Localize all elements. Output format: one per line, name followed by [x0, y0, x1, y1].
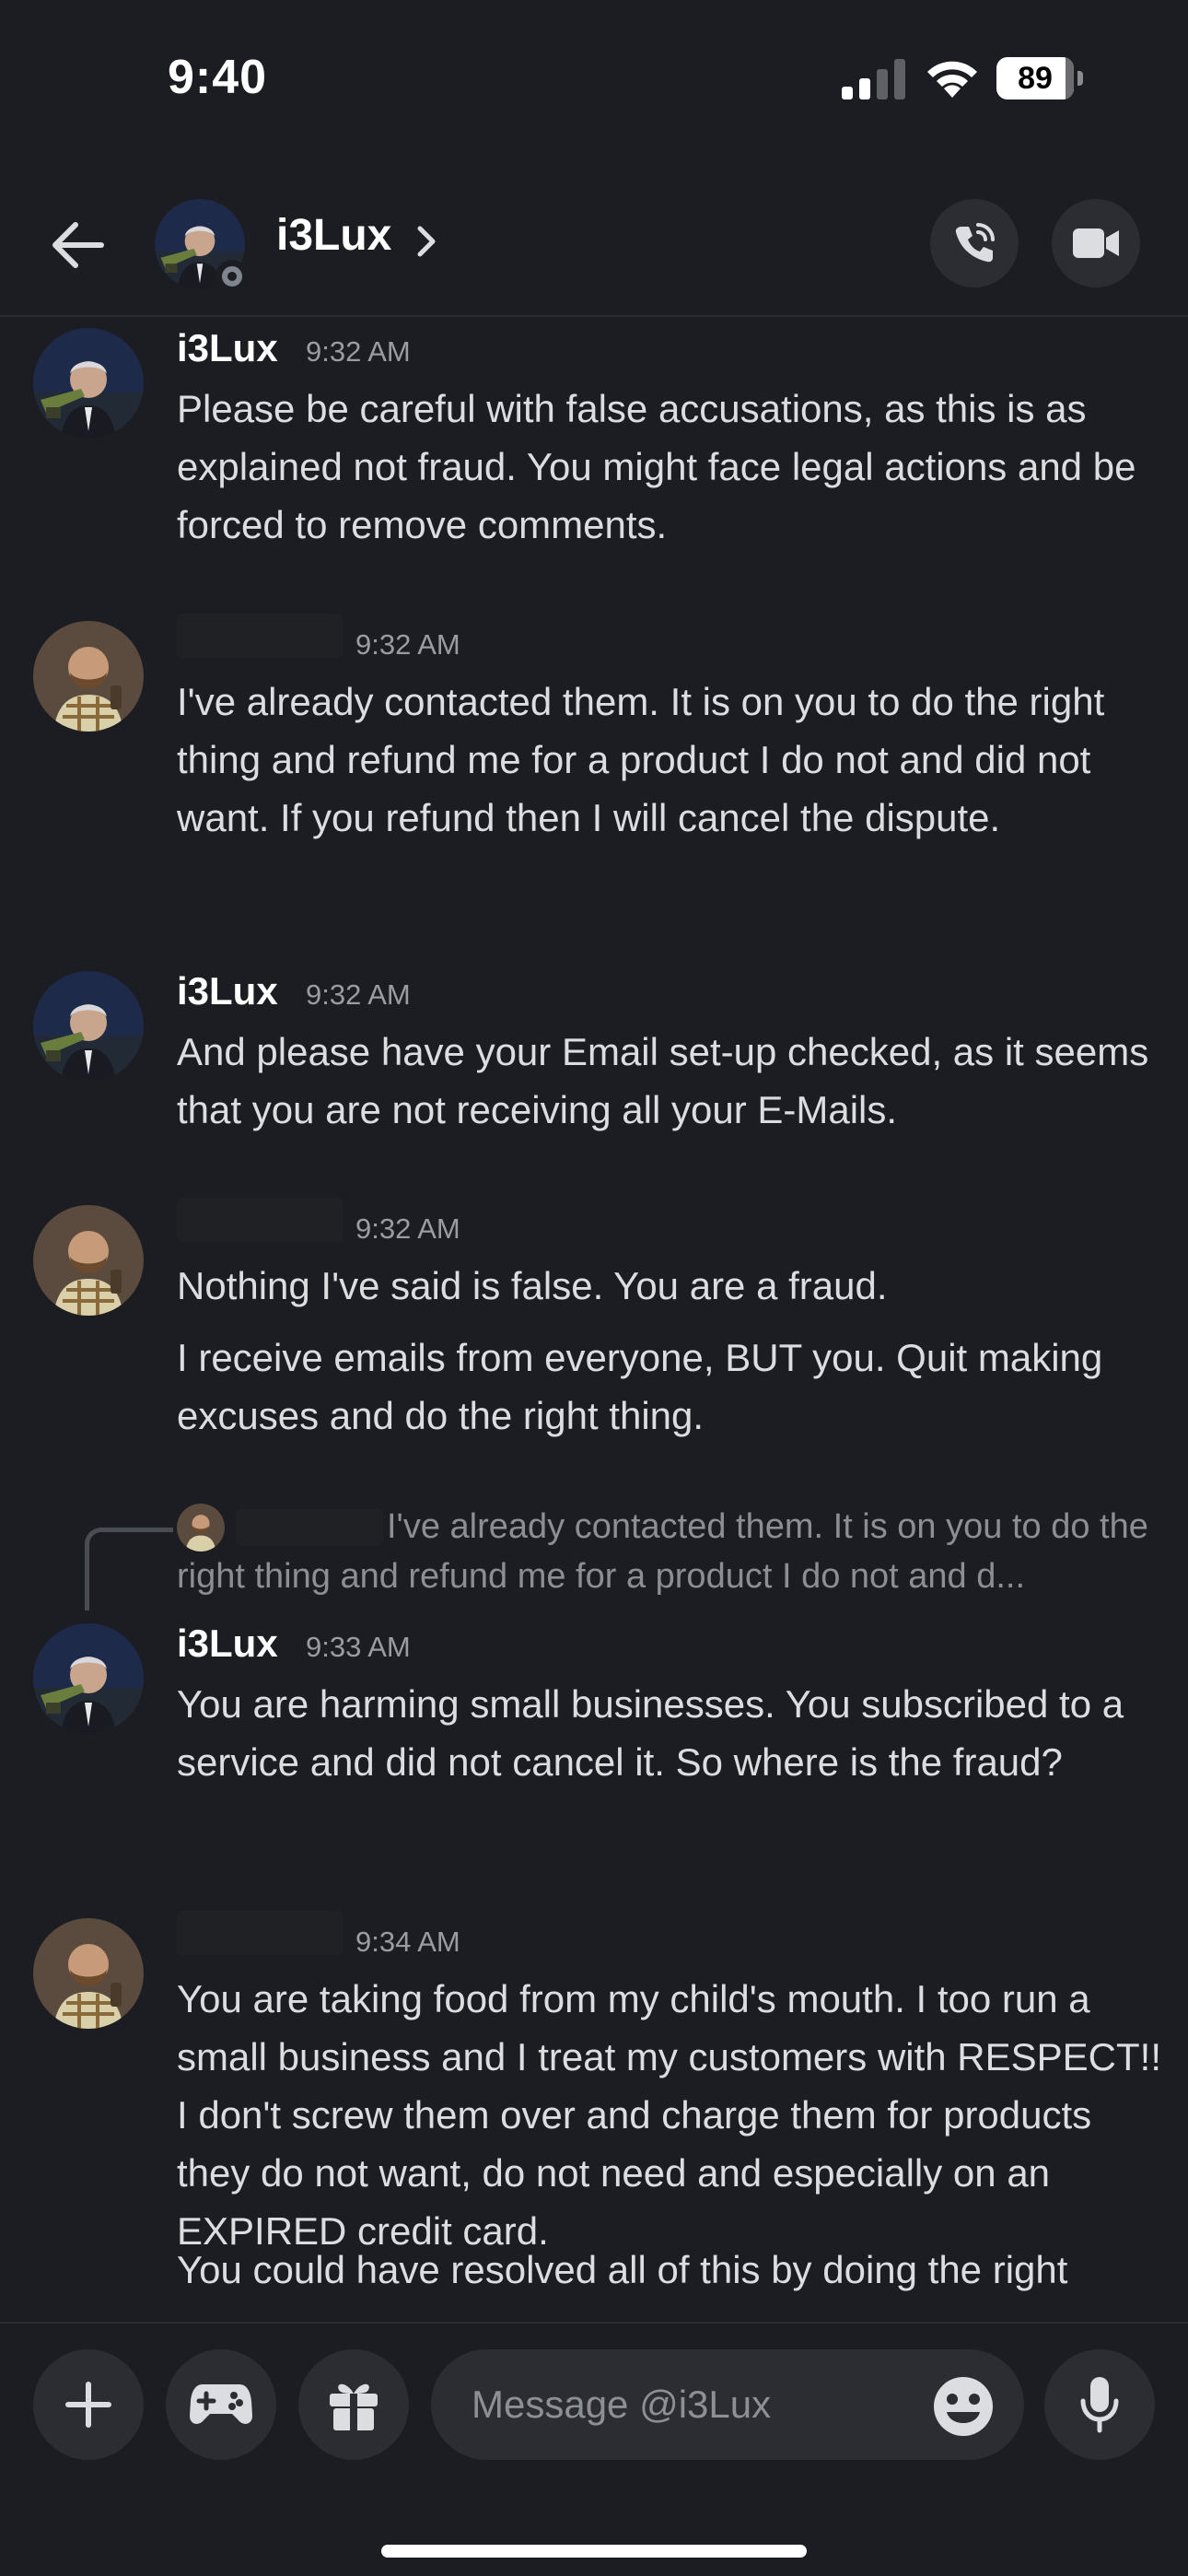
arrow-left-icon [52, 222, 104, 268]
avatar[interactable] [33, 971, 144, 1082]
message-composer [0, 2322, 1188, 2576]
message-text: Please be careful with false accusations… [177, 387, 1136, 546]
status-bar: 9:40 89 [0, 0, 1188, 166]
message-text: Nothing I've said is false. You are a fr… [177, 1264, 888, 1307]
avatar[interactable] [33, 621, 144, 732]
status-offline-icon [215, 260, 249, 293]
message-text: And please have your Email set-up checke… [177, 1030, 1149, 1131]
gift-icon [330, 2383, 378, 2430]
home-indicator[interactable] [381, 2545, 807, 2558]
voice-call-button[interactable] [930, 199, 1019, 287]
message-timestamp: 9:32 AM [306, 978, 411, 1011]
battery-indicator: 89 [996, 57, 1083, 100]
header-avatar[interactable] [155, 199, 249, 293]
reply-preview[interactable]: I've already contacted them. It is on yo… [177, 1502, 1157, 1601]
message-timestamp: 9:33 AM [306, 1631, 411, 1663]
message-list[interactable]: i3Lux 9:32 AM Please be careful with fal… [0, 319, 1188, 2322]
voice-message-button[interactable] [1044, 2349, 1155, 2460]
avatar[interactable] [33, 328, 144, 439]
emoji-icon[interactable] [932, 2375, 995, 2438]
add-attachment-button[interactable] [33, 2349, 144, 2460]
back-button[interactable] [44, 212, 111, 278]
message-timestamp: 9:32 AM [306, 335, 411, 368]
cellular-signal-icon [842, 59, 905, 100]
status-time: 9:40 [168, 51, 268, 104]
message-text: You could have resolved all of this by d… [177, 2248, 1068, 2291]
chevron-right-icon[interactable] [413, 221, 440, 262]
phone-call-icon [955, 223, 995, 263]
message-text: You are harming small businesses. You su… [177, 1682, 1124, 1784]
activities-button[interactable] [166, 2349, 276, 2460]
message-timestamp: 9:34 AM [355, 1926, 460, 1958]
wifi-icon [927, 61, 977, 98]
header-title[interactable]: i3Lux [276, 210, 391, 261]
message-author-redacted [177, 614, 343, 658]
message-timestamp: 9:32 AM [355, 1212, 460, 1245]
avatar[interactable] [33, 1623, 144, 1734]
battery-percent: 89 [1018, 61, 1053, 96]
message-text: You are taking food from my child's mout… [177, 1977, 1162, 2253]
avatar[interactable] [33, 1918, 144, 2029]
message-author[interactable]: i3Lux [177, 1622, 278, 1666]
video-camera-icon [1073, 228, 1119, 258]
message-text: I've already contacted them. It is on yo… [177, 680, 1105, 839]
reply-connector [85, 1528, 173, 1610]
plus-icon [65, 2382, 111, 2428]
message-author-redacted [177, 1198, 343, 1242]
message-author-redacted [177, 1911, 343, 1955]
message-author[interactable]: i3Lux [177, 326, 278, 370]
gamepad-icon [190, 2384, 252, 2424]
dm-header: i3Lux [0, 175, 1188, 317]
message-timestamp: 9:32 AM [355, 628, 460, 661]
message-text: I receive emails from everyone, BUT you.… [177, 1336, 1103, 1437]
message-author[interactable]: i3Lux [177, 969, 278, 1013]
microphone-icon [1080, 2377, 1119, 2433]
gift-button[interactable] [298, 2349, 409, 2460]
video-call-button[interactable] [1052, 199, 1140, 287]
avatar[interactable] [33, 1205, 144, 1316]
